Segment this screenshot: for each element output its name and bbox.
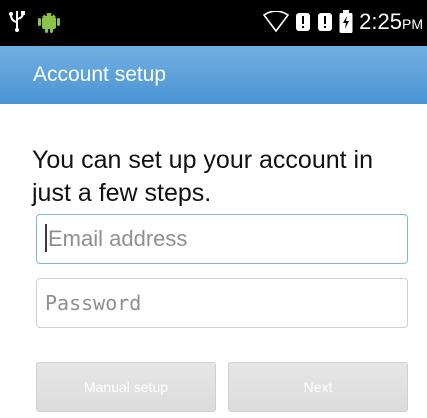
text-cursor — [45, 224, 47, 253]
password-placeholder: Password — [45, 291, 142, 315]
alert-icon — [295, 11, 311, 33]
alert-icon — [317, 11, 333, 33]
intro-text: You can set up your account in just a fe… — [32, 146, 373, 207]
status-time-suffix: PM — [402, 16, 423, 32]
status-time: 2:25PM — [359, 9, 423, 35]
email-placeholder: Email address — [48, 226, 188, 251]
status-right: 2:25PM — [263, 9, 423, 35]
action-bar: Account setup — [0, 46, 427, 104]
manual-setup-button[interactable]: Manual setup — [36, 362, 216, 412]
password-field[interactable]: Password — [36, 278, 408, 328]
manual-setup-label: Manual setup — [83, 379, 169, 395]
email-field[interactable]: Email address — [36, 214, 408, 264]
next-button[interactable]: Next — [228, 362, 408, 412]
android-icon — [38, 9, 60, 33]
status-time-main: 2:25 — [359, 9, 402, 34]
usb-icon — [8, 9, 26, 33]
status-bar: 2:25PM — [0, 0, 427, 46]
page-title: Account setup — [33, 63, 167, 86]
next-label: Next — [303, 379, 333, 395]
status-left — [8, 9, 60, 33]
wifi-icon — [263, 11, 290, 33]
battery-charging-icon — [339, 10, 353, 34]
